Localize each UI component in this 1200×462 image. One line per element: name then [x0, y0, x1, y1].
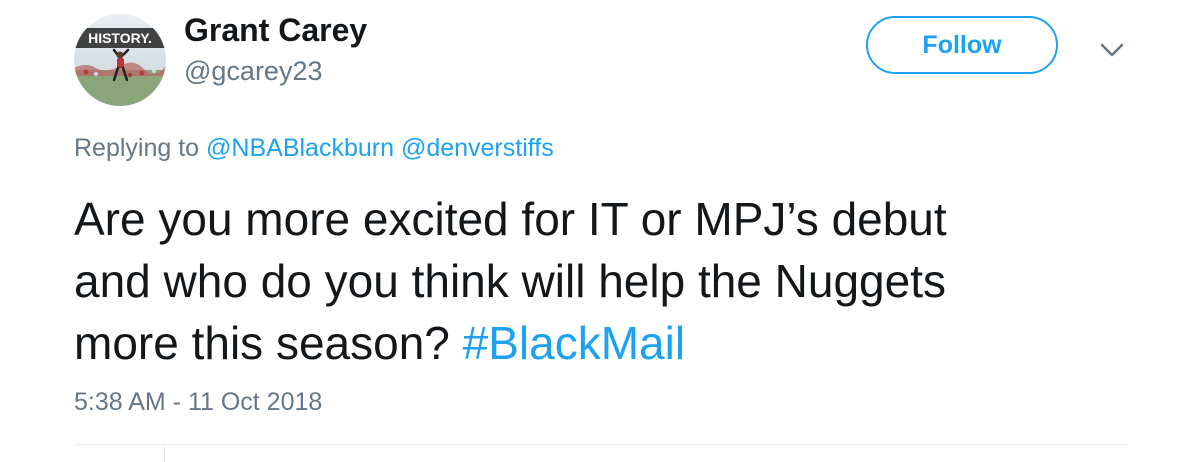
- tweet-text-fragment: more this season?: [74, 317, 450, 369]
- hashtag-link[interactable]: #BlackMail: [463, 317, 685, 369]
- tweet-text: Are you more excited for IT or MPJ’s deb…: [74, 188, 1134, 374]
- tweet-text-line: Are you more excited for IT or MPJ’s deb…: [74, 193, 947, 245]
- follow-button[interactable]: Follow: [866, 16, 1058, 74]
- reply-prefix: Replying to: [74, 134, 200, 162]
- avatar-badge-text: HISTORY.: [88, 30, 152, 46]
- tweet-text-line: more this season? #BlackMail: [74, 312, 1134, 374]
- author-handle[interactable]: @gcarey23: [184, 56, 322, 87]
- mention-link[interactable]: @NBABlackburn: [206, 134, 394, 162]
- avatar[interactable]: HISTORY.: [74, 14, 166, 106]
- author-display-name[interactable]: Grant Carey: [184, 12, 367, 49]
- tweet-timestamp[interactable]: 5:38 AM - 11 Oct 2018: [74, 388, 322, 417]
- avatar-image: HISTORY.: [74, 14, 166, 106]
- divider: [74, 444, 1128, 445]
- divider: [164, 444, 165, 462]
- reply-context: Replying to @NBABlackburn @denverstiffs: [74, 134, 554, 163]
- tweet-text-line: and who do you think will help the Nugge…: [74, 255, 947, 307]
- chevron-down-icon[interactable]: [1098, 40, 1126, 60]
- mention-link[interactable]: @denverstiffs: [401, 134, 554, 162]
